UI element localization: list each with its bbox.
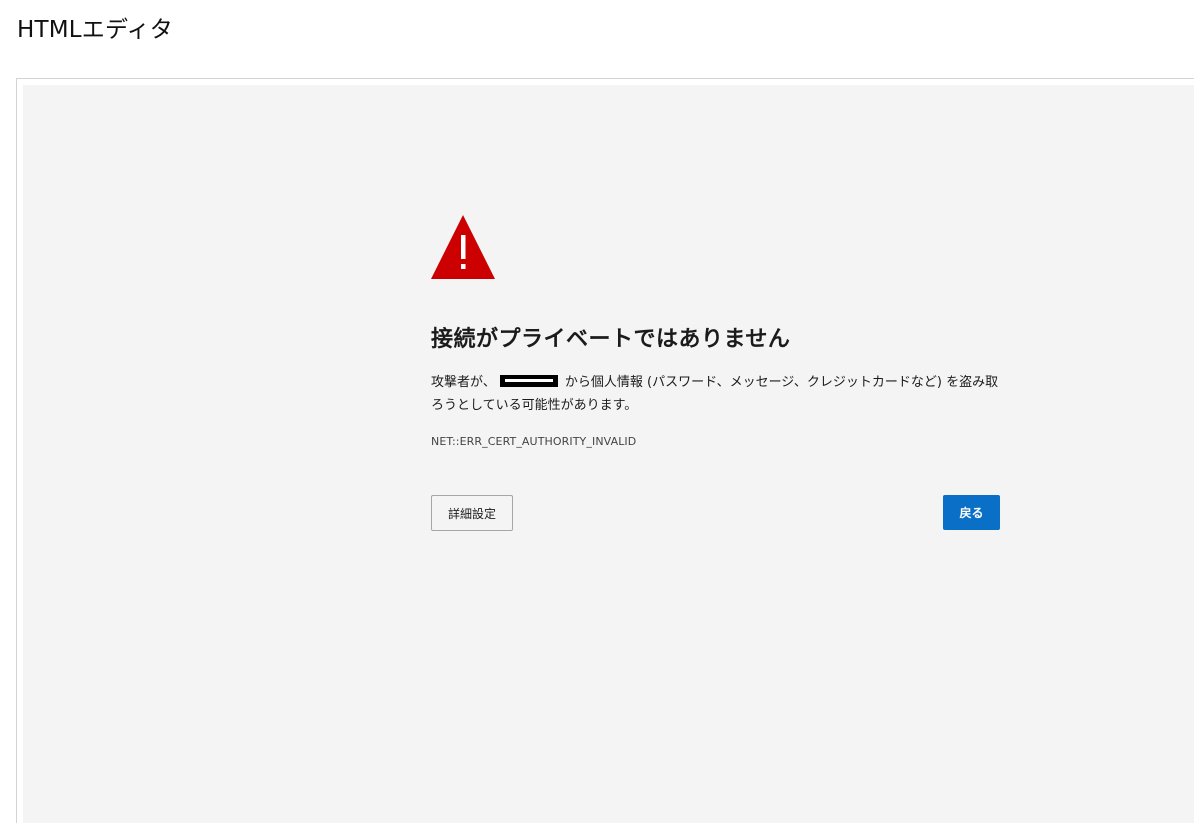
page-title: HTMLエディタ [17, 17, 173, 43]
privacy-error-page: 接続がプライベートではありません 攻撃者が、 から個人情報 (パスワード、メッセ… [23, 85, 1194, 823]
redacted-hostname [499, 375, 558, 387]
button-row: 詳細設定 戻る [431, 495, 1000, 531]
right-edge [1194, 0, 1200, 817]
error-content: 接続がプライベートではありません 攻撃者が、 から個人情報 (パスワード、メッセ… [431, 215, 1000, 531]
error-code: NET::ERR_CERT_AUTHORITY_INVALID [431, 435, 637, 448]
warning-triangle-icon [431, 215, 495, 279]
error-message: 攻撃者が、 から個人情報 (パスワード、メッセージ、クレジットカードなど) を盗… [431, 371, 1000, 417]
error-heading: 接続がプライベートではありません [431, 327, 791, 352]
message-prefix: 攻撃者が、 [431, 375, 496, 390]
html-editor-preview-frame: 接続がプライベートではありません 攻撃者が、 から個人情報 (パスワード、メッセ… [16, 78, 1194, 823]
back-button[interactable]: 戻る [943, 495, 1000, 530]
advanced-button[interactable]: 詳細設定 [431, 495, 513, 531]
